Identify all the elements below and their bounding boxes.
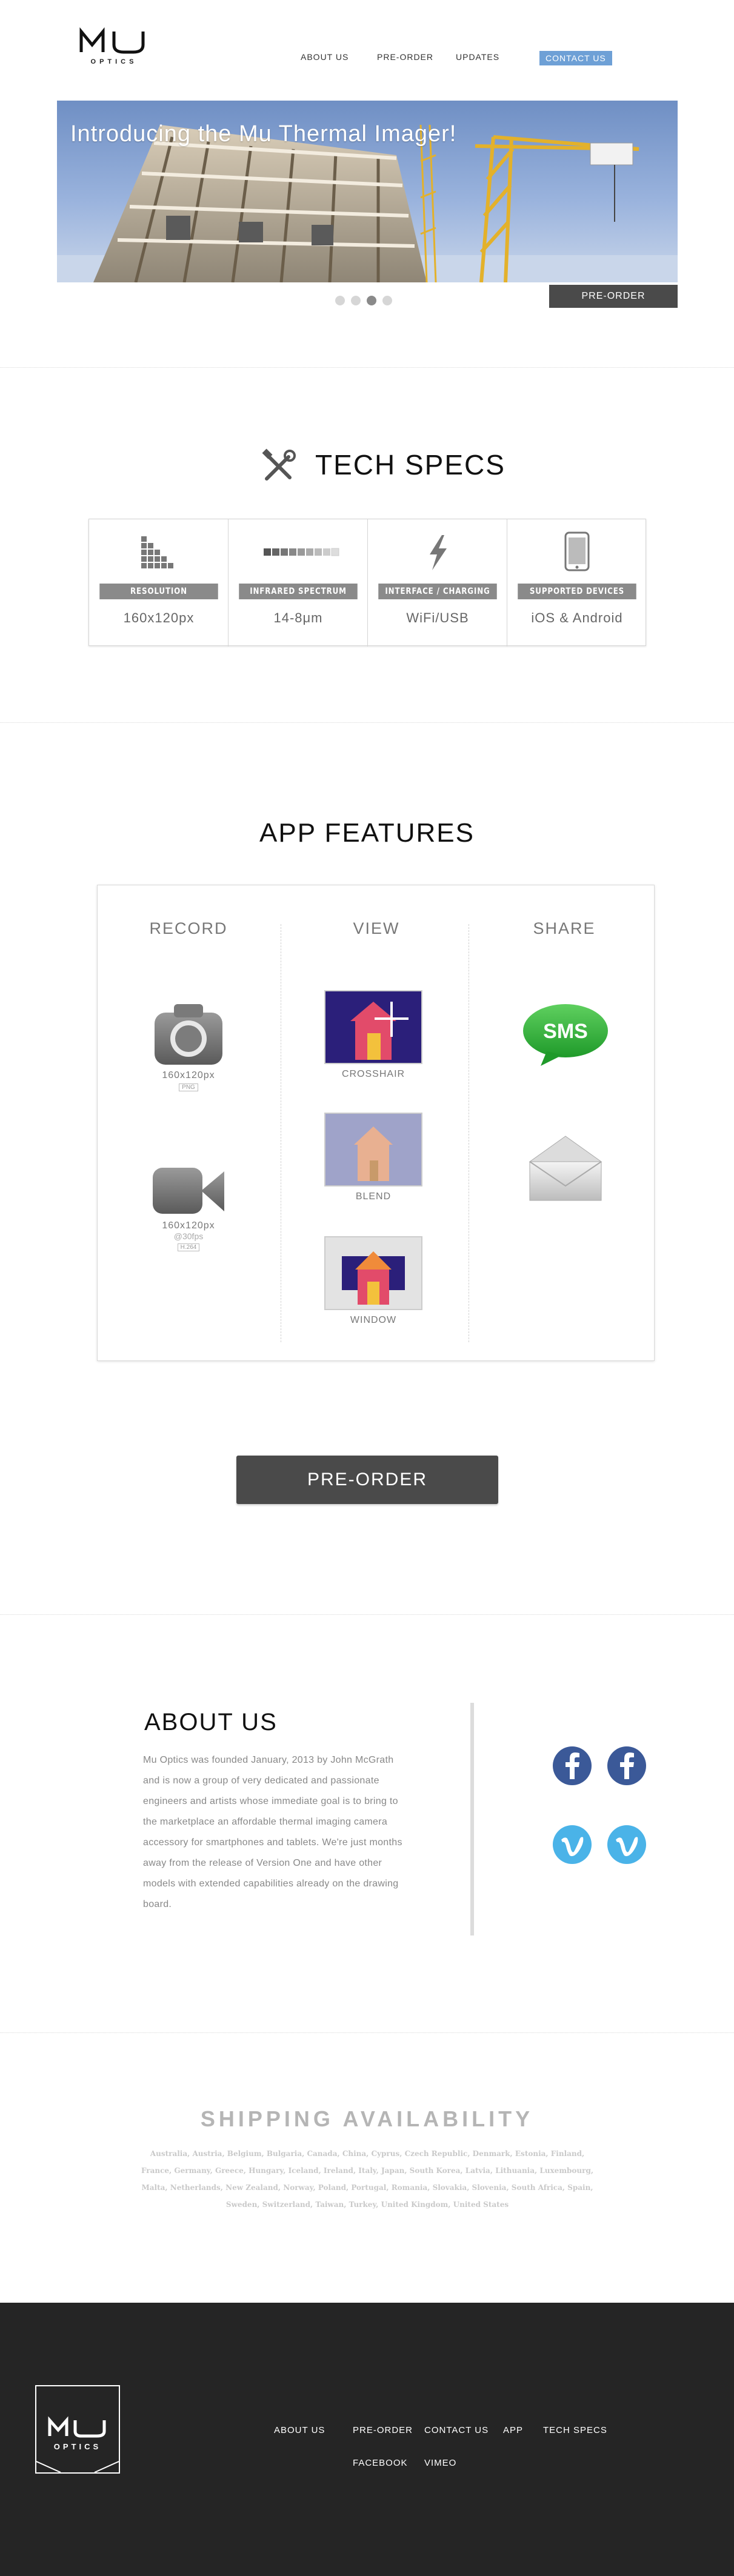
spec-label: RESOLUTION xyxy=(99,584,218,599)
slider-dot-2[interactable] xyxy=(351,296,361,305)
pre-order-cta-button[interactable]: PRE-ORDER xyxy=(236,1456,498,1504)
share-title: SHARE xyxy=(533,919,596,937)
spec-label: SUPPORTED DEVICES xyxy=(518,584,636,599)
blend-label: BLEND xyxy=(355,1191,392,1202)
spec-value: iOS & Android xyxy=(531,610,623,625)
envelope-icon xyxy=(529,1136,602,1201)
app-features-box: RECORD VIEW SHARE 160x120px PNG 160x120p… xyxy=(97,885,655,1361)
slider-dot-1[interactable] xyxy=(335,296,345,305)
spec-infrared: INFRARED SPECTRUM 14-8μm xyxy=(229,519,368,647)
nav-about-us[interactable]: ABOUT US xyxy=(301,52,349,62)
record-title: RECORD xyxy=(149,919,228,937)
spec-label: INFRARED SPECTRUM xyxy=(239,584,358,599)
view-blend[interactable]: BLEND xyxy=(322,1112,425,1202)
lightning-icon xyxy=(430,535,447,570)
shipping-title: SHIPPING AVAILABILITY xyxy=(200,2106,534,2131)
hero-slider[interactable]: Introducing the Mu Thermal Imager! xyxy=(57,101,678,282)
hero-title: Introducing the Mu Thermal Imager! xyxy=(70,121,457,147)
view-title: VIEW xyxy=(353,919,400,937)
h264-badge: H.264 xyxy=(177,1243,200,1251)
view-window[interactable]: WINDOW xyxy=(322,1236,425,1326)
photo-resolution: 160x120px xyxy=(162,1070,215,1080)
video-framerate: @30fps xyxy=(173,1231,204,1241)
tools-icon xyxy=(262,448,296,481)
footer-link-tech-specs[interactable]: TECH SPECS xyxy=(543,2425,607,2435)
spec-value: 14-8μm xyxy=(273,610,323,625)
spectrum-icon xyxy=(264,548,339,556)
logo-subtitle: OPTICS xyxy=(90,58,138,65)
mu-logo-mark: OPTICS xyxy=(36,2416,119,2473)
footer-link-facebook[interactable]: FACEBOOK xyxy=(353,2458,408,2468)
record-photo[interactable]: 160x120px PNG xyxy=(134,1000,243,1092)
facebook-icon[interactable] xyxy=(607,1746,646,1785)
view-crosshair[interactable]: CROSSHAIR xyxy=(322,990,425,1080)
tech-specs-heading: TECH SPECS xyxy=(261,448,504,485)
share-email[interactable] xyxy=(520,1131,611,1207)
mu-optics-logo[interactable]: OPTICS xyxy=(78,27,150,69)
about-us-title: ABOUT US xyxy=(144,1709,278,1736)
camera-icon xyxy=(155,1004,222,1065)
hero-pre-order-button[interactable]: PRE-ORDER xyxy=(549,285,678,308)
footer-logo[interactable]: OPTICS xyxy=(35,2385,120,2474)
spec-value: WiFi/USB xyxy=(406,610,469,625)
footer-link-app[interactable]: APP xyxy=(503,2425,523,2435)
sms-bubble-icon: SMS xyxy=(523,1004,608,1066)
site-header: OPTICS ABOUT US PRE-ORDER UPDATES CONTAC… xyxy=(0,0,734,97)
section-divider xyxy=(0,1614,734,1615)
video-resolution: 160x120px xyxy=(162,1220,215,1231)
window-label: WINDOW xyxy=(350,1315,397,1325)
section-divider xyxy=(0,722,734,723)
footer-link-about-us[interactable]: ABOUT US xyxy=(274,2425,325,2435)
nav-contact-us-button[interactable]: CONTACT US xyxy=(539,51,612,65)
spec-devices: SUPPORTED DEVICES iOS & Android xyxy=(507,519,647,647)
spec-resolution: RESOLUTION 160x120px xyxy=(89,519,229,647)
record-video[interactable]: 160x120px @30fps H.264 xyxy=(134,1163,243,1252)
video-camera-icon xyxy=(153,1168,224,1214)
footer-link-vimeo[interactable]: VIMEO xyxy=(424,2458,456,2468)
section-divider xyxy=(0,2032,734,2033)
share-sms[interactable]: SMS xyxy=(517,1000,614,1070)
vimeo-icon[interactable] xyxy=(607,1825,646,1864)
phone-icon xyxy=(564,531,590,571)
app-features-title: APP FEATURES xyxy=(259,818,475,848)
slider-dots xyxy=(335,296,396,307)
footer-logo-subtitle: OPTICS xyxy=(54,2442,101,2451)
tech-specs-table: RESOLUTION 160x120px INFRARED SPECTRUM 1… xyxy=(88,519,647,647)
slider-dot-3[interactable] xyxy=(367,296,376,305)
resolution-icon xyxy=(141,536,173,568)
facebook-icon[interactable] xyxy=(553,1746,592,1785)
spec-value: 160x120px xyxy=(123,610,195,625)
site-footer: OPTICS ABOUT US PRE-ORDER CONTACT US APP… xyxy=(0,2303,734,2576)
slider-dot-4[interactable] xyxy=(382,296,392,305)
section-divider xyxy=(0,367,734,368)
png-badge: PNG xyxy=(179,1083,198,1091)
blend-thermal-image xyxy=(324,1113,422,1186)
vimeo-icon[interactable] xyxy=(553,1825,592,1864)
crosshair-label: CROSSHAIR xyxy=(341,1069,405,1079)
crosshair-thermal-image xyxy=(324,990,422,1064)
window-thermal-image xyxy=(324,1236,422,1310)
nav-updates[interactable]: UPDATES xyxy=(456,52,499,62)
tech-specs-title: TECH SPECS xyxy=(315,449,505,481)
footer-link-pre-order[interactable]: PRE-ORDER xyxy=(353,2425,413,2435)
about-us-text: Mu Optics was founded January, 2013 by J… xyxy=(143,1755,402,1909)
about-separator xyxy=(470,1703,474,1935)
mu-logo-mark xyxy=(79,27,145,54)
footer-link-contact-us[interactable]: CONTACT US xyxy=(424,2425,489,2435)
shipping-countries: Australia, Austria, Belgium, Bulgaria, C… xyxy=(141,2149,594,2209)
spec-interface: INTERFACE / CHARGING WiFi/USB xyxy=(368,519,507,647)
nav-pre-order[interactable]: PRE-ORDER xyxy=(377,52,433,62)
sms-label: SMS xyxy=(543,1020,588,1043)
spec-label: INTERFACE / CHARGING xyxy=(378,584,497,599)
